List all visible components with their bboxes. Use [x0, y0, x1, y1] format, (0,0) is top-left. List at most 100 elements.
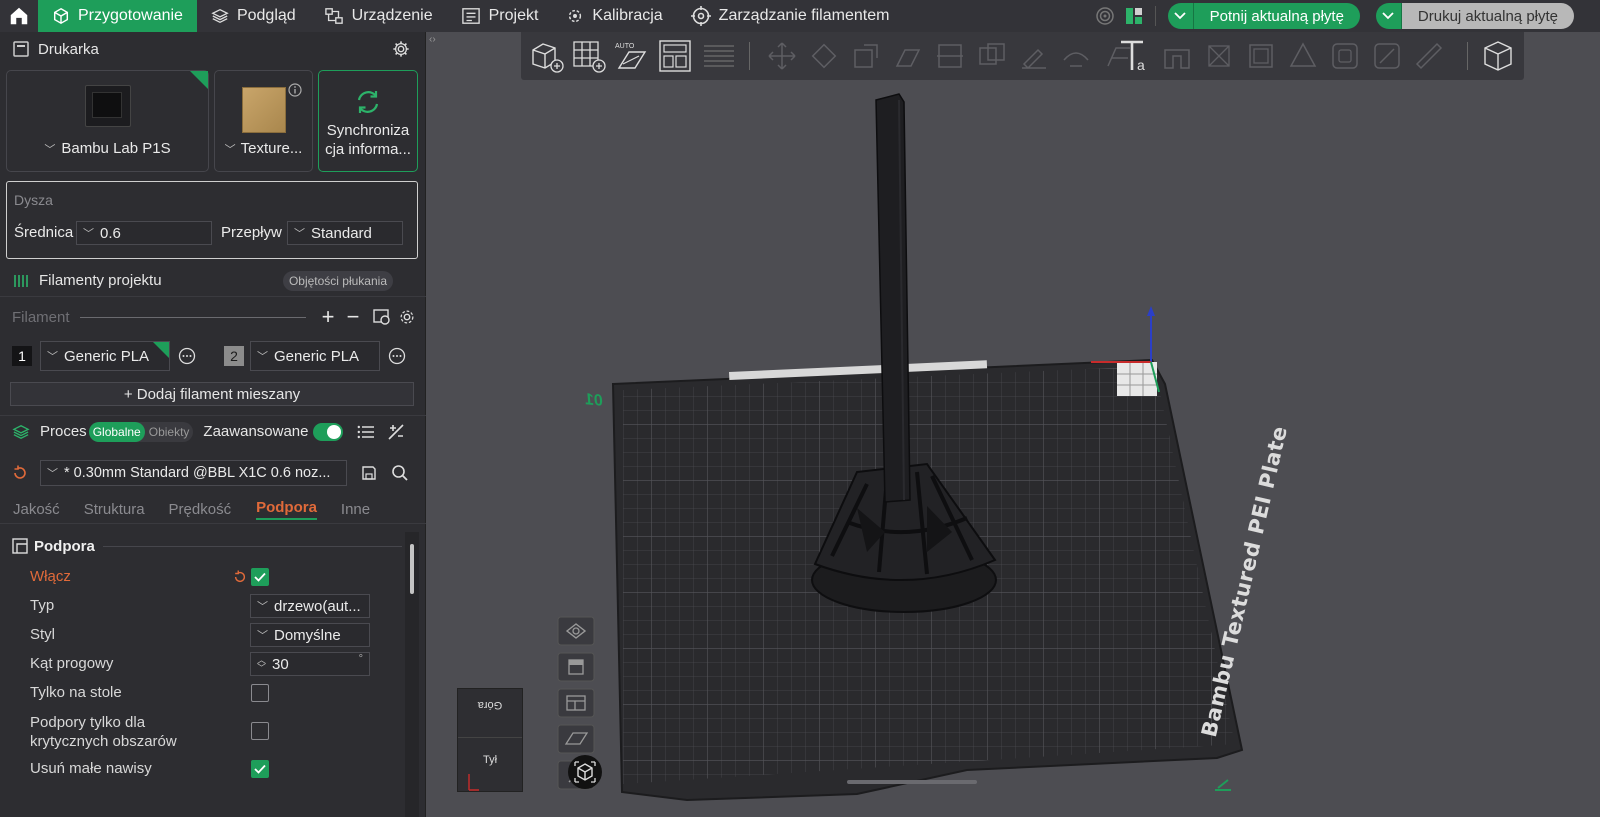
network-icon[interactable]	[1095, 6, 1115, 26]
iso-view-icon[interactable]	[557, 616, 595, 646]
tab-strength[interactable]: Struktura	[84, 501, 145, 518]
slice-view-icon[interactable]	[557, 724, 595, 754]
remove-small-overhangs-checkbox[interactable]	[251, 760, 269, 778]
threshold-angle-stepper[interactable]: ︿ ﹀ 30 °	[250, 652, 370, 676]
scrollbar-thumb[interactable]	[410, 544, 414, 594]
gear-icon[interactable]	[398, 308, 416, 326]
critical-regions-checkbox[interactable]	[251, 722, 269, 740]
objects-option[interactable]: Obiekty	[145, 422, 194, 442]
filaments-header: Filamenty projektu Objętości płukania	[0, 265, 426, 297]
reset-icon[interactable]	[233, 570, 247, 584]
process-preset-select[interactable]: ﹀ * 0.30mm Standard @BBL X1C 0.6 noz...	[40, 460, 347, 486]
gear-icon[interactable]	[392, 40, 410, 58]
sync-card[interactable]: Synchroniza cja informa...	[318, 70, 418, 172]
global-option[interactable]: Globalne	[88, 421, 145, 442]
printer-icon	[13, 41, 29, 57]
threshold-angle-value: 30	[272, 655, 289, 673]
front-view-icon[interactable]	[557, 688, 595, 718]
3d-viewport[interactable]: ‹› AUTO a Bambu Textured PEI Plate 01 Gó…	[427, 32, 1600, 817]
on-build-plate-checkbox[interactable]	[251, 684, 269, 702]
chevron-down-icon: ﹀	[44, 143, 56, 156]
chevron-down-icon: ﹀	[224, 143, 236, 156]
plate-card[interactable]: ﹀ Texture...	[214, 70, 313, 172]
flow-value: Standard	[311, 224, 372, 242]
threshold-angle-unit: °	[358, 653, 363, 665]
global-objects-toggle[interactable]: Globalne Obiekty	[88, 421, 194, 442]
sidebar: Drukarka ﹀ Bambu Lab P1S ﹀ Texture... Sy…	[0, 32, 426, 817]
tab-quality[interactable]: Jakość	[13, 501, 60, 518]
filament-name: Generic PLA	[64, 347, 150, 365]
process-title: Proces	[40, 423, 87, 440]
more-options-icon[interactable]	[178, 347, 196, 365]
add-mixed-filament-button[interactable]: + Dodaj filament mieszany	[10, 382, 414, 406]
tab-filament-management[interactable]: Zarządzanie filamentem	[677, 0, 904, 32]
support-style-label: Styl	[30, 626, 56, 643]
tab-calibration[interactable]: Kalibracja	[552, 0, 676, 32]
list-icon[interactable]	[357, 424, 375, 440]
support-style-select[interactable]: ﹀ Domyślne	[250, 623, 370, 647]
critical-regions-label-line1: Podpory tylko dla	[30, 714, 146, 731]
tab-label: Projekt	[488, 7, 539, 24]
info-icon[interactable]	[288, 83, 302, 97]
tab-speed[interactable]: Prędkość	[169, 501, 232, 518]
filament-subheader-label: Filament	[12, 308, 70, 326]
print-plate-button[interactable]: Drukuj aktualną płytę	[1375, 3, 1574, 29]
threshold-angle-label: Kąt progowy	[30, 655, 114, 672]
enable-support-checkbox[interactable]	[251, 568, 269, 586]
calibration-icon	[569, 9, 582, 23]
tab-label: Podgląd	[236, 7, 296, 24]
chevron-down-icon: ﹀	[294, 228, 305, 240]
more-options-icon[interactable]	[388, 347, 406, 365]
sync-label-line2: cja informa...	[325, 141, 411, 158]
process-tabs: Jakość Struktura Prędkość Podpora Inne	[0, 496, 426, 524]
save-icon[interactable]	[361, 465, 377, 481]
support-type-select[interactable]: ﹀ drzewo(aut...	[250, 594, 370, 618]
support-style-value: Domyślne	[274, 626, 341, 644]
add-filament-icon[interactable]: +	[316, 304, 340, 330]
reset-icon[interactable]	[12, 465, 28, 481]
printer-section-header: Drukarka	[0, 32, 426, 66]
nozzle-diameter-select[interactable]: ﹀ 0.6	[76, 221, 212, 245]
advanced-label: Zaawansowane	[203, 423, 309, 440]
advanced-toggle[interactable]	[312, 422, 343, 441]
flow-select[interactable]: ﹀ Standard	[287, 221, 403, 245]
print-plate-label: Drukuj aktualną płytę	[1401, 3, 1574, 29]
flush-volumes-button[interactable]: Objętości płukania	[282, 271, 393, 291]
top-view-icon[interactable]	[557, 652, 595, 682]
tab-device[interactable]: Urządzenie	[310, 0, 447, 32]
nav-cube-front-face[interactable]: Tył	[458, 754, 522, 766]
home-button[interactable]	[0, 0, 38, 32]
printer-card[interactable]: ﹀ Bambu Lab P1S	[6, 70, 209, 172]
stepper-arrows-icon[interactable]: ︿ ﹀	[257, 656, 266, 673]
tab-label: Zarządzanie filamentem	[718, 7, 890, 24]
filament-item[interactable]: 2 ﹀ Generic PLA	[224, 341, 424, 371]
sync-icon	[357, 91, 379, 113]
tab-label: Przygotowanie	[78, 7, 183, 24]
remove-filament-icon[interactable]: −	[340, 304, 366, 330]
filament-select[interactable]: ﹀ Generic PLA	[40, 341, 170, 371]
filament-sync-icon[interactable]	[372, 308, 392, 326]
plate-name: Texture...	[240, 140, 303, 157]
tab-support[interactable]: Podpora	[256, 499, 317, 520]
chevron-down-icon[interactable]	[1168, 3, 1194, 29]
filament-subheader: Filament + −	[12, 304, 416, 330]
compare-icon[interactable]	[387, 423, 405, 441]
tab-prepare[interactable]: Przygotowanie	[38, 0, 197, 32]
layout-icon[interactable]	[1125, 7, 1143, 25]
printer-section-title: Drukarka	[38, 40, 99, 58]
tab-others[interactable]: Inne	[341, 501, 370, 518]
slice-plate-button[interactable]: Potnij aktualną płytę	[1167, 3, 1360, 29]
nav-cube-top-face[interactable]: Góra	[458, 699, 522, 711]
support-type-value: drzewo(aut...	[274, 597, 361, 615]
filament-item[interactable]: 1 ﹀ Generic PLA	[12, 341, 212, 371]
add-mixed-filament-label: + Dodaj filament mieszany	[123, 385, 301, 403]
build-plate-scene[interactable]	[427, 32, 1600, 817]
chevron-down-icon[interactable]	[1375, 3, 1402, 29]
cube-ar-icon[interactable]	[567, 754, 603, 790]
filament-select[interactable]: ﹀ Generic PLA	[250, 341, 380, 371]
search-icon[interactable]	[391, 464, 409, 482]
chevron-down-icon: ﹀	[257, 630, 268, 642]
tab-preview[interactable]: Podgląd	[197, 0, 310, 32]
tab-project[interactable]: Projekt	[447, 0, 553, 32]
remove-small-overhangs-label: Usuń małe nawisy	[30, 760, 152, 777]
